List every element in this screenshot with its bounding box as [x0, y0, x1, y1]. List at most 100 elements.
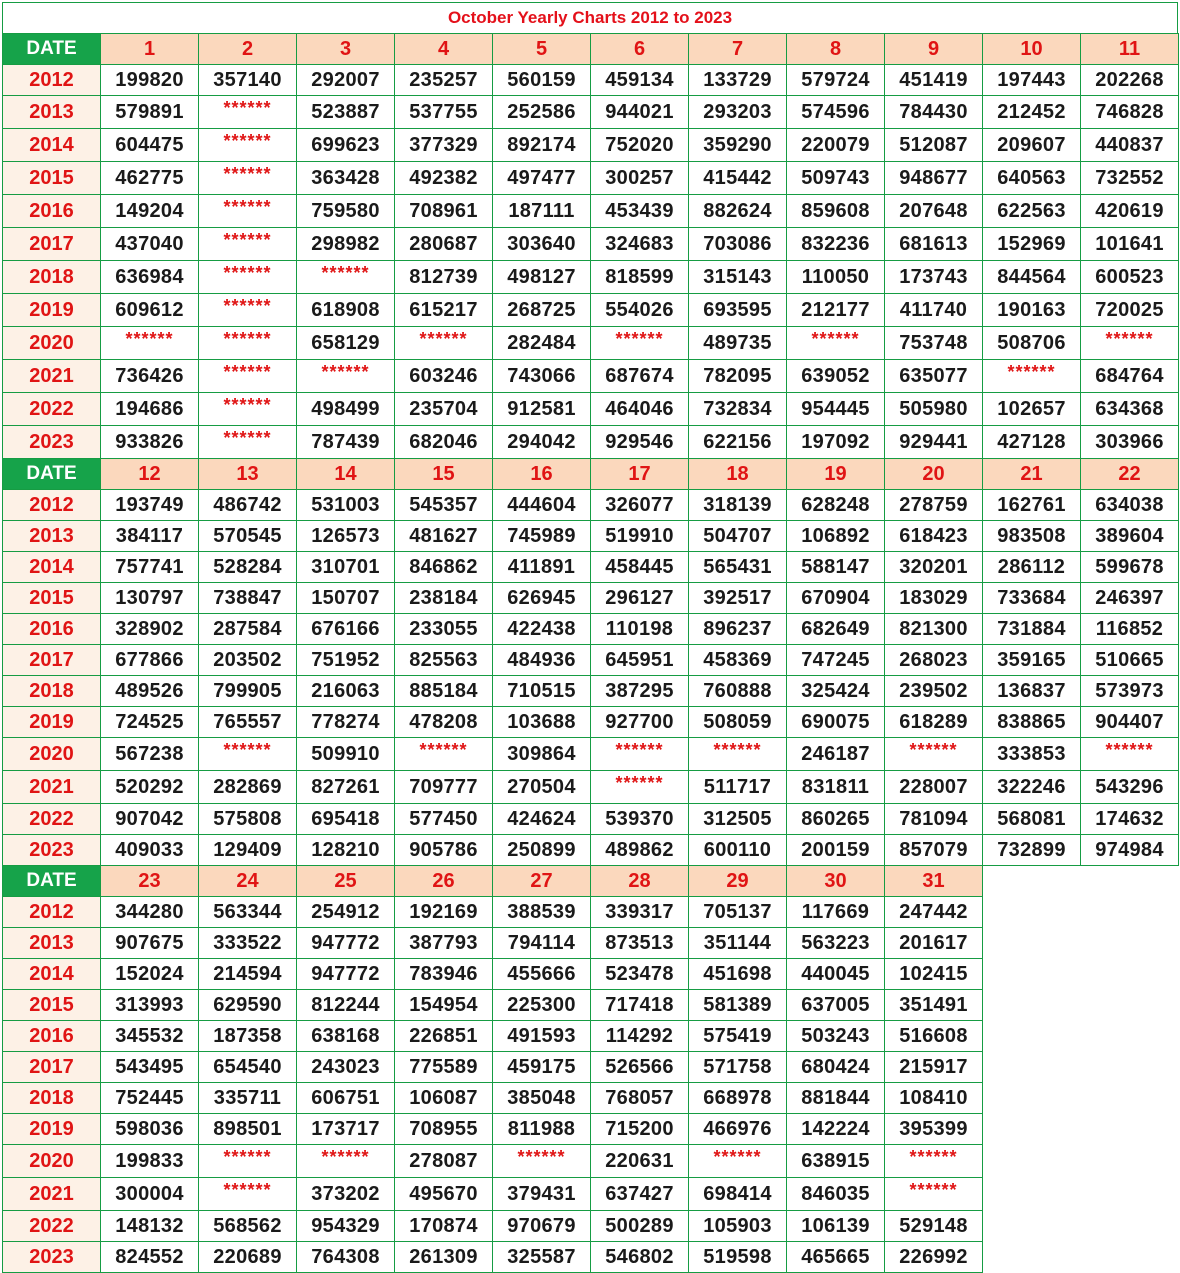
result-cell: 668978	[688, 1082, 787, 1114]
result-cell: 458369	[688, 644, 787, 676]
result-cell: 912581	[492, 392, 591, 426]
result-cell: 970679	[492, 1210, 591, 1242]
result-cell: 492382	[394, 161, 493, 195]
year-cell: 2016	[2, 194, 101, 228]
table-row: 2017 543495 654540 243023 775589 459175 526566…	[2, 1051, 1179, 1083]
empty-cell	[982, 1144, 1081, 1178]
result-cell: 640563	[982, 161, 1081, 195]
result-cell: 129409	[198, 834, 297, 866]
result-cell: 821300	[884, 613, 983, 645]
result-cell: 709777	[394, 770, 493, 804]
day-header-cell: 15	[394, 458, 493, 490]
result-cell: 658129	[296, 326, 395, 360]
result-cell: 523478	[590, 958, 689, 990]
result-cell: 149204	[100, 194, 199, 228]
result-cell: 152969	[982, 227, 1081, 261]
result-cell: 351491	[884, 989, 983, 1021]
table-row: 2023 824552 220689 764308 261309 325587 546802…	[2, 1241, 1179, 1273]
result-cell: 824552	[100, 1241, 199, 1273]
result-cell: 243023	[296, 1051, 395, 1083]
table-row: 2019 598036 898501 173717 708955 811988 715200…	[2, 1113, 1179, 1145]
day-header-row: DATE 1 2 3 4 5 6 7 8 9 10 11	[2, 33, 1179, 65]
result-cell: 529148	[884, 1210, 983, 1242]
result-cell: 954445	[786, 392, 885, 426]
result-cell: 498499	[296, 392, 395, 426]
result-cell: 453439	[590, 194, 689, 228]
year-cell: 2023	[2, 425, 101, 459]
result-cell: 545357	[394, 489, 493, 521]
year-cell: 2023	[2, 1241, 101, 1273]
result-cell: 933826	[100, 425, 199, 459]
result-cell: 296127	[590, 582, 689, 614]
empty-cell	[982, 1051, 1081, 1083]
day-header-cell: 11	[1080, 33, 1179, 65]
result-cell: 451419	[884, 64, 983, 96]
year-cell: 2013	[2, 520, 101, 552]
result-cell: 357140	[198, 64, 297, 96]
result-cell: 220689	[198, 1241, 297, 1273]
result-cell: 481627	[394, 520, 493, 552]
year-cell: 2015	[2, 161, 101, 195]
year-cell: 2015	[2, 989, 101, 1021]
result-cell: 606751	[296, 1082, 395, 1114]
day-header-cell: 17	[590, 458, 689, 490]
day-header-cell: 1	[100, 33, 199, 65]
result-cell: 687674	[590, 359, 689, 393]
result-cell: 280687	[394, 227, 493, 261]
result-cell: 947772	[296, 927, 395, 959]
result-cell: 929546	[590, 425, 689, 459]
year-cell: 2021	[2, 1177, 101, 1211]
result-cell: ******	[198, 161, 297, 195]
result-cell: 881844	[786, 1082, 885, 1114]
result-cell: 588147	[786, 551, 885, 583]
result-cell: 573973	[1080, 675, 1179, 707]
result-cell: 782095	[688, 359, 787, 393]
result-cell: 282869	[198, 770, 297, 804]
result-cell: 568562	[198, 1210, 297, 1242]
result-cell: ******	[198, 392, 297, 426]
day-header-cell: 7	[688, 33, 787, 65]
year-cell: 2020	[2, 1144, 101, 1178]
result-cell: 424624	[492, 803, 591, 835]
result-cell: 765557	[198, 706, 297, 738]
result-cell: 409033	[100, 834, 199, 866]
year-cell: 2020	[2, 326, 101, 360]
table-row: 2014 152024 214594 947772 783946 455666 523478…	[2, 958, 1179, 990]
result-cell: 768057	[590, 1082, 689, 1114]
day-header-cell: 10	[982, 33, 1081, 65]
table-row: 2014 757741 528284 310701 846862 411891 458445…	[2, 551, 1179, 583]
result-cell: 359165	[982, 644, 1081, 676]
result-cell: 130797	[100, 582, 199, 614]
day-header-cell: 27	[492, 865, 591, 897]
result-cell: 484936	[492, 644, 591, 676]
result-cell: 500289	[590, 1210, 689, 1242]
result-cell: 703086	[688, 227, 787, 261]
table-row: 2021 520292 282869 827261 709777 270504 ******…	[2, 770, 1179, 804]
result-cell: 600523	[1080, 260, 1179, 294]
result-cell: 844564	[982, 260, 1081, 294]
result-cell: 609612	[100, 293, 199, 327]
result-cell: 411891	[492, 551, 591, 583]
year-cell: 2017	[2, 227, 101, 261]
result-cell: 907042	[100, 803, 199, 835]
result-cell: 618908	[296, 293, 395, 327]
result-cell: 510665	[1080, 644, 1179, 676]
result-cell: 209607	[982, 128, 1081, 162]
table-row: 2022 148132 568562 954329 170874 970679 500289…	[2, 1210, 1179, 1242]
year-cell: 2013	[2, 95, 101, 129]
result-cell: 455666	[492, 958, 591, 990]
result-cell: 512087	[884, 128, 983, 162]
year-cell: 2015	[2, 582, 101, 614]
result-cell: 247442	[884, 896, 983, 928]
result-cell: ******	[884, 1177, 983, 1211]
result-cell: 287584	[198, 613, 297, 645]
result-cell: 927700	[590, 706, 689, 738]
result-cell: 563223	[786, 927, 885, 959]
result-cell: 478208	[394, 706, 493, 738]
day-header-cell: 3	[296, 33, 395, 65]
day-header-cell: 28	[590, 865, 689, 897]
day-header-cell: 5	[492, 33, 591, 65]
result-cell: ******	[296, 1144, 395, 1178]
result-cell: 197092	[786, 425, 885, 459]
result-cell: 312505	[688, 803, 787, 835]
